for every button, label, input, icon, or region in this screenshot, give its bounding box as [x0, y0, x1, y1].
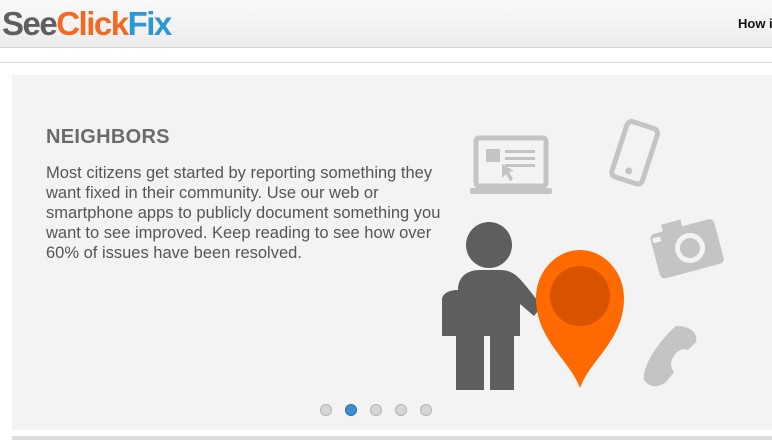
logo-fix: Fix: [127, 5, 173, 42]
smartphone-icon: [609, 119, 661, 187]
person-icon: [442, 222, 542, 390]
logo-click: Click: [56, 5, 129, 42]
carousel-dot-1[interactable]: [320, 404, 332, 416]
phone-handset-icon: [643, 326, 697, 387]
carousel-dot-4[interactable]: [395, 404, 407, 416]
laptop-icon: [470, 135, 552, 194]
slide-title: NEIGHBORS: [46, 126, 170, 148]
map-pin-icon: [536, 250, 624, 388]
nav-how-it-works-link[interactable]: How i: [738, 16, 772, 31]
content-divider: [12, 436, 772, 440]
neighbors-illustration: [442, 119, 724, 390]
carousel-dot-2[interactable]: [345, 404, 357, 416]
carousel-dot-3[interactable]: [370, 404, 382, 416]
slide-body: Most citizens get started by reporting s…: [46, 164, 441, 262]
seeclickfix-logo[interactable]: SeeClickFix: [2, 4, 173, 44]
carousel-dot-5[interactable]: [420, 404, 432, 416]
logo-see: See: [2, 5, 58, 42]
camera-icon: [650, 219, 724, 279]
site-header: SeeClickFix How i: [0, 0, 772, 48]
carousel-pagination: [320, 404, 432, 416]
